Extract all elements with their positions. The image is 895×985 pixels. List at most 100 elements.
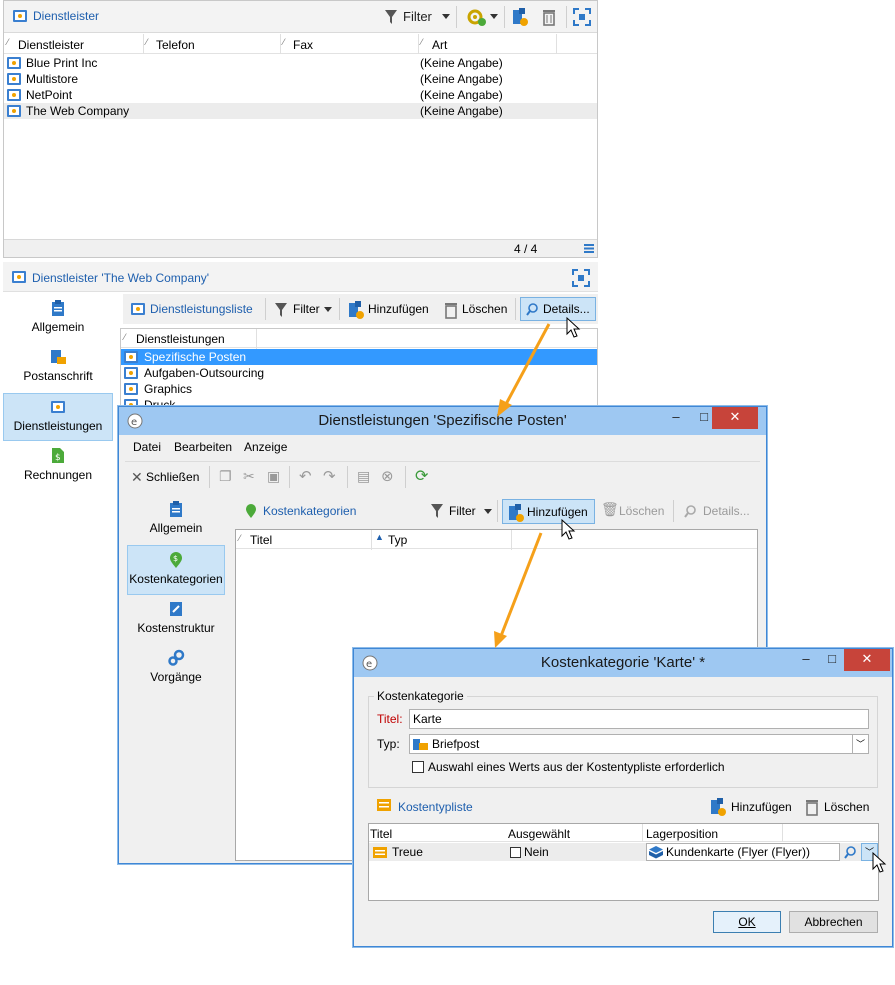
filter-icon[interactable] [430,503,444,519]
chevron-down-icon[interactable] [324,307,332,313]
list-item[interactable]: Graphics [121,381,597,397]
column-dienstleistungen[interactable]: Dienstleistungen [136,332,225,346]
cancel-button[interactable]: Abbrechen [789,911,878,933]
menu-datei[interactable]: Datei [133,440,161,454]
menu-icon[interactable] [584,244,594,253]
delete-button[interactable]: Löschen [619,504,664,518]
stock-icon [649,846,663,859]
chevron-down-icon[interactable] [484,509,492,515]
undo-icon[interactable]: ↶ [299,467,312,485]
filter-icon[interactable] [384,9,398,25]
menu-anzeige[interactable]: Anzeige [244,440,287,454]
close-icon[interactable]: ✕ [131,469,143,486]
column-fax[interactable]: Fax [293,38,313,52]
type-select[interactable]: Briefpost ﹀ [409,734,869,754]
chevron-down-icon[interactable]: ﹀ [852,735,868,753]
title-field[interactable]: Karte [409,709,869,729]
table-row[interactable]: NetPoint (Keine Angabe) [4,87,597,103]
minimize-button[interactable]: – [664,407,688,429]
sidebar-item-kostenkategorien[interactable]: $ Kostenkategorien [127,545,225,595]
copy-icon[interactable]: ❐ [219,468,232,485]
column-typ[interactable]: Typ [388,533,407,547]
service-provider-icon [13,10,27,22]
chevron-down-icon[interactable] [442,14,450,20]
list-item[interactable]: Aufgaben-Outsourcing [121,365,597,381]
expand-icon[interactable] [573,8,591,26]
gear-add-icon[interactable] [465,7,487,27]
sidebar-item-dienstleistungen[interactable]: Dienstleistungen [3,393,113,441]
column-dienstleister[interactable]: Dienstleister [18,38,84,52]
services-list-title[interactable]: Dienstleistungsliste [150,302,253,316]
details-button[interactable]: Details... [520,297,596,321]
sidebar-item-vorgaenge[interactable]: Vorgänge [127,649,225,691]
table-row[interactable]: Multistore (Keine Angabe) [4,71,597,87]
close-window-button[interactable]: ✕ [712,407,758,429]
sidebar-item-allgemein[interactable]: Allgemein [127,501,225,543]
menu-bearbeiten[interactable]: Bearbeiten [174,440,232,454]
add-button[interactable]: Hinzufügen [368,302,429,316]
column-art[interactable]: Art [432,38,447,52]
column-ausgewaehlt[interactable]: Ausgewählt [508,827,570,841]
column-lagerposition[interactable]: Lagerposition [646,827,718,841]
panel-title: Dienstleister [33,9,100,23]
filter-button[interactable]: Filter [403,9,432,24]
cut-icon[interactable]: ✂ [243,468,255,485]
trash-icon[interactable]: 🗑 [601,501,619,518]
table-row[interactable]: Treue Nein Kundenkarte (Flyer (Flyer)) ﹀ [369,843,878,861]
search-icon[interactable] [684,505,697,518]
cost-categories-title[interactable]: Kostenkategorien [263,504,356,518]
service-provider-icon [7,73,21,85]
cost-type-list-title[interactable]: Kostentypliste [398,800,473,814]
selected-checkbox[interactable] [510,847,521,858]
details-label: Details... [543,302,590,316]
close-window-button[interactable]: ✕ [844,649,890,671]
filter-button[interactable]: Filter [293,302,320,316]
detail-title: Dienstleister 'The Web Company' [32,271,210,285]
column-telefon[interactable]: Telefon [156,38,195,52]
svg-text:e: e [366,659,372,670]
maximize-button[interactable]: □ [820,649,844,671]
sidebar-item-rechnungen[interactable]: $ Rechnungen [3,447,113,487]
sidebar-label: Allgemein [31,320,85,334]
redo-icon[interactable]: ↷ [323,467,336,485]
add-button[interactable]: Hinzufügen [502,499,595,524]
column-titel[interactable]: Titel [370,827,392,841]
close-button[interactable]: Schließen [146,470,199,484]
title-value: Karte [413,712,442,726]
details-button[interactable]: Details... [703,504,750,518]
filter-button[interactable]: Filter [449,504,476,518]
ok-button[interactable]: OK [713,911,781,933]
position-field[interactable]: Kundenkarte (Flyer (Flyer)) [646,843,840,861]
add-icon[interactable] [709,797,727,817]
required-checkbox[interactable] [412,761,424,773]
trash-icon[interactable] [541,7,557,27]
trash-icon[interactable] [804,797,820,817]
refresh-icon[interactable]: ⟳ [415,466,428,486]
add-button[interactable]: Hinzufügen [731,800,792,814]
sidebar-item-postanschrift[interactable]: Postanschrift [3,349,113,389]
expand-icon[interactable] [572,269,590,287]
minimize-button[interactable]: – [794,649,818,671]
paste-icon[interactable]: ▣ [267,468,280,485]
sidebar-item-kostenstruktur[interactable]: Kostenstruktur [127,601,225,643]
delete-button[interactable]: Löschen [824,800,869,814]
add-icon[interactable] [347,300,365,320]
chevron-down-icon[interactable] [490,14,498,20]
service-provider-icon [7,105,21,117]
list-item-selected[interactable]: Spezifische Posten [121,349,597,365]
row-name: NetPoint [26,88,73,102]
sidebar-item-allgemein[interactable]: Allgemein [3,300,113,340]
chevron-down-icon[interactable]: ﹀ [861,843,878,861]
table-row[interactable]: Blue Print Inc (Keine Angabe) [4,55,597,71]
cancel-icon[interactable]: ⊗ [381,467,394,485]
search-icon[interactable] [844,846,857,859]
table-row[interactable]: The Web Company (Keine Angabe) [4,103,597,119]
filter-icon[interactable] [274,302,288,318]
column-titel[interactable]: Titel [250,533,272,547]
list-item-label: Aufgaben-Outsourcing [144,366,265,380]
delete-button[interactable]: Löschen [462,302,507,316]
save-icon[interactable]: ▤ [357,468,370,485]
trash-icon[interactable] [443,300,459,320]
menu-bar: Datei Bearbeiten Anzeige [123,437,762,457]
add-icon[interactable] [511,7,529,27]
